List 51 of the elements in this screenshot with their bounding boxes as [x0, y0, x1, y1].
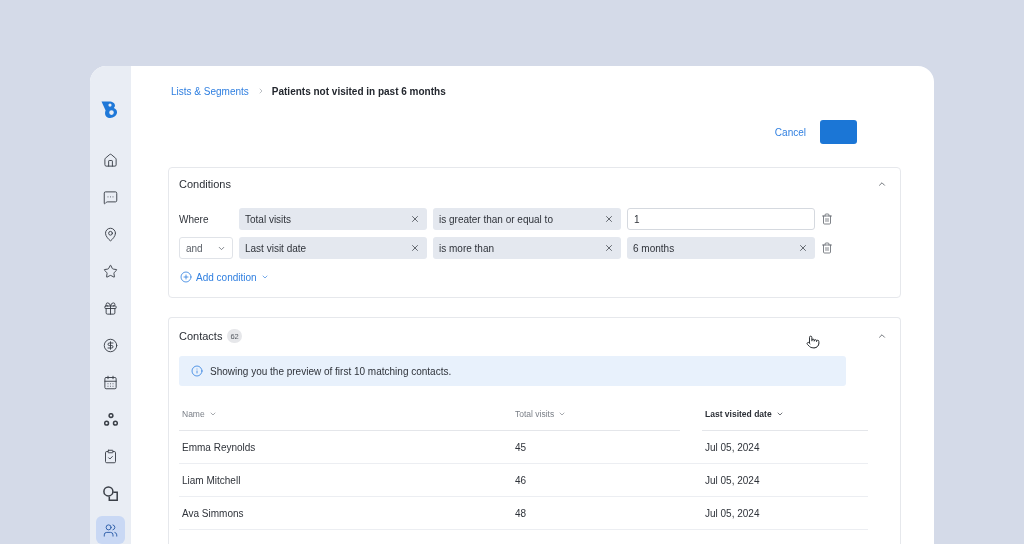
breadcrumb-link[interactable]: Lists & Segments — [171, 85, 249, 97]
chat-icon — [103, 189, 118, 205]
hand-cursor-icon — [806, 335, 820, 349]
clear-icon[interactable] — [604, 214, 614, 224]
clear-icon[interactable] — [604, 243, 614, 253]
value-field[interactable]: 1 — [627, 208, 815, 230]
table-cell: 46 — [515, 474, 527, 486]
operator-chip[interactable]: is more than — [433, 237, 621, 259]
star-icon — [103, 263, 118, 279]
table-cell: Jul 05, 2024 — [705, 441, 760, 453]
chevron-up-icon[interactable] — [877, 331, 887, 341]
cancel-link[interactable]: Cancel — [774, 126, 806, 138]
column-header[interactable]: Last visited date — [705, 408, 784, 419]
operator-chip[interactable]: is greater than or equal to — [433, 208, 621, 230]
trash-icon[interactable] — [821, 213, 833, 225]
table-cell: Liam Mitchell — [182, 474, 241, 486]
value-chip[interactable]: 6 months — [627, 237, 815, 259]
column-header[interactable]: Total visits — [515, 408, 567, 419]
clipboard-check-icon — [103, 448, 118, 464]
chevron-down-icon — [260, 273, 269, 281]
panel-title: Conditions — [179, 178, 231, 190]
clear-icon[interactable] — [410, 214, 420, 224]
condition-label: Where — [179, 213, 209, 225]
field-chip[interactable]: Last visit date — [239, 237, 427, 259]
table-cell: Jul 05, 2024 — [705, 507, 760, 519]
table-cell: 48 — [515, 507, 527, 519]
connector-select[interactable]: and — [179, 237, 233, 259]
info-icon — [191, 365, 203, 377]
contacts-icon — [103, 522, 118, 538]
panel-title: Contacts — [179, 330, 223, 342]
field-chip[interactable]: Total visits — [239, 208, 427, 230]
breadcrumb-current: Patients not visited in past 6 months — [271, 85, 446, 97]
shapes-icon — [103, 485, 118, 501]
gift-icon — [103, 300, 118, 316]
calendar-icon — [103, 374, 118, 390]
home-icon — [103, 152, 118, 168]
dollar-icon — [103, 337, 118, 353]
table-cell: Ava Simmons — [182, 507, 244, 519]
add-condition-button[interactable]: Add condition — [179, 270, 269, 284]
chevron-up-icon[interactable] — [877, 179, 887, 189]
clear-icon[interactable] — [798, 243, 808, 253]
location-pin-icon — [103, 226, 118, 242]
clear-icon[interactable] — [410, 243, 420, 253]
table-cell: Jul 05, 2024 — [705, 474, 760, 486]
plus-circle-icon — [180, 271, 192, 283]
table-cell: 45 — [515, 441, 527, 453]
info-text: Showing you the preview of first 10 matching contacts. — [210, 365, 452, 377]
table-cell: Emma Reynolds — [182, 441, 256, 453]
trash-icon[interactable] — [821, 242, 833, 254]
nodes-icon — [103, 412, 118, 426]
column-header[interactable]: Name — [182, 408, 217, 419]
